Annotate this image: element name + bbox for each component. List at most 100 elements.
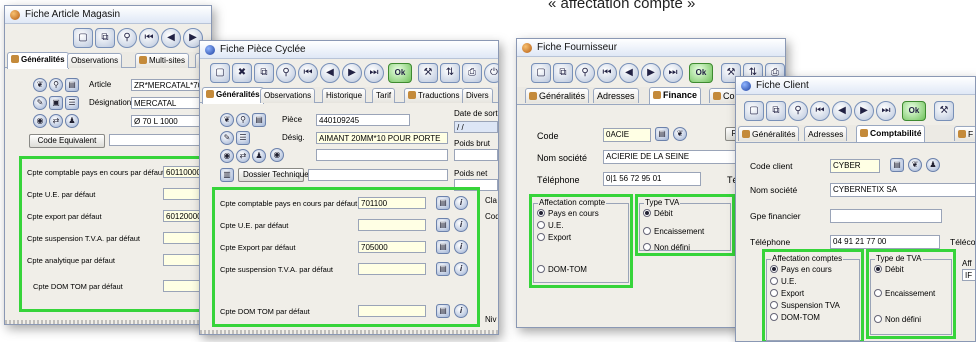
aff-field[interactable]: IF bbox=[962, 269, 975, 281]
radio-ue[interactable]: U.E. bbox=[770, 277, 797, 286]
info-icon[interactable]: 𝒊 bbox=[454, 218, 468, 232]
radio-ue[interactable]: U.E. bbox=[537, 221, 564, 230]
delete-icon[interactable]: ✖ bbox=[232, 63, 252, 83]
box-icon[interactable]: ◉ bbox=[270, 148, 284, 162]
telephone-field[interactable]: 04 91 21 77 00 bbox=[830, 235, 940, 249]
date-sortie-field[interactable]: / / bbox=[454, 121, 498, 133]
lookup-icon[interactable]: ▤ bbox=[436, 262, 450, 276]
last-record-icon[interactable]: ⏭ bbox=[876, 101, 896, 121]
radio-export[interactable]: Export bbox=[537, 233, 571, 242]
search-icon[interactable]: ⚲ bbox=[117, 28, 137, 48]
tools-icon[interactable]: ⚒ bbox=[934, 101, 954, 121]
radio-non-defini[interactable]: Non défini bbox=[643, 243, 690, 252]
machine-icon[interactable]: ▣ bbox=[49, 96, 63, 110]
card-icon[interactable]: ▤ bbox=[252, 113, 266, 127]
exit-icon[interactable]: ⏻ bbox=[484, 63, 498, 83]
tab-comptabilite[interactable]: Comptabilité bbox=[856, 125, 926, 142]
previous-record-icon[interactable]: ◀ bbox=[832, 101, 852, 121]
info-icon[interactable]: 𝒊 bbox=[454, 304, 468, 318]
account-field[interactable]: 701100 bbox=[358, 197, 426, 209]
transfer-icon[interactable]: ⇅ bbox=[440, 63, 460, 83]
copy-icon[interactable]: ⧉ bbox=[254, 63, 274, 83]
next-record-icon[interactable]: ▶ bbox=[342, 63, 362, 83]
radio-debit[interactable]: Débit bbox=[643, 209, 673, 218]
nom-societe-field[interactable]: CYBERNETIX SA bbox=[830, 183, 975, 197]
family-icon[interactable]: ❦ bbox=[33, 78, 47, 92]
info-icon[interactable]: 𝒊 bbox=[454, 240, 468, 254]
tab-generalites[interactable]: Généralités bbox=[738, 126, 800, 141]
account-field[interactable] bbox=[358, 305, 426, 317]
first-record-icon[interactable]: ⏮ bbox=[597, 63, 617, 83]
tab-adresses[interactable]: Adresses bbox=[804, 126, 848, 141]
move-icon[interactable]: ⇄ bbox=[236, 149, 250, 163]
previous-record-icon[interactable]: ◀ bbox=[619, 63, 639, 83]
new-icon[interactable]: ▢ bbox=[73, 28, 93, 48]
radio-suspension-tva[interactable]: Suspension TVA bbox=[770, 301, 840, 310]
lookup-icon[interactable]: ▤ bbox=[436, 196, 450, 210]
user-icon[interactable]: ♟ bbox=[65, 114, 79, 128]
tab-adresses[interactable]: Adresses bbox=[593, 88, 639, 103]
tab-historique[interactable]: Historique bbox=[322, 88, 367, 103]
info-icon[interactable]: 𝒊 bbox=[454, 196, 468, 210]
radio-dom-tom[interactable]: DOM-TOM bbox=[770, 313, 820, 322]
tool-icon[interactable]: ✎ bbox=[33, 96, 47, 110]
search-icon[interactable]: ⚲ bbox=[236, 113, 250, 127]
next-record-icon[interactable]: ▶ bbox=[641, 63, 661, 83]
copy-icon[interactable]: ⧉ bbox=[766, 101, 786, 121]
tools-icon[interactable]: ⚒ bbox=[418, 63, 438, 83]
family-icon[interactable]: ❦ bbox=[673, 127, 687, 141]
print-icon[interactable]: ⎙ bbox=[462, 63, 482, 83]
telephone-field[interactable]: 0|1 56 72 95 01 bbox=[603, 172, 701, 186]
list-icon[interactable]: ☰ bbox=[236, 131, 250, 145]
first-record-icon[interactable]: ⏮ bbox=[139, 28, 159, 48]
move-icon[interactable]: ⇄ bbox=[49, 114, 63, 128]
box-icon[interactable]: ◉ bbox=[33, 114, 47, 128]
tab-generalites[interactable]: Généralités bbox=[7, 52, 69, 69]
search-icon[interactable]: ⚲ bbox=[49, 78, 63, 92]
lookup-icon[interactable]: ▤ bbox=[436, 304, 450, 318]
family-icon[interactable]: ❦ bbox=[908, 158, 922, 172]
new-icon[interactable]: ▢ bbox=[531, 63, 551, 83]
radio-debit[interactable]: Débit bbox=[874, 265, 904, 274]
copy-icon[interactable]: ⧉ bbox=[95, 28, 115, 48]
last-record-icon[interactable]: ⏭ bbox=[364, 63, 384, 83]
code-equivalent-field[interactable] bbox=[109, 134, 211, 146]
first-record-icon[interactable]: ⏮ bbox=[810, 101, 830, 121]
card-icon[interactable]: ▤ bbox=[655, 127, 669, 141]
tab-generalites[interactable]: Généralités bbox=[525, 88, 590, 103]
piece-field[interactable]: 440109245 bbox=[316, 114, 410, 126]
search-icon[interactable]: ⚲ bbox=[575, 63, 595, 83]
dossier-technique-button[interactable]: Dossier Technique bbox=[238, 168, 309, 182]
poids-brut-field[interactable] bbox=[454, 149, 498, 161]
tab-observations[interactable]: Observations bbox=[260, 88, 316, 103]
code-field[interactable]: 0ACIE bbox=[603, 128, 651, 142]
account-field[interactable]: 705000 bbox=[358, 241, 426, 253]
account-field[interactable] bbox=[358, 263, 426, 275]
dossier-icon[interactable]: ▥ bbox=[220, 168, 234, 182]
lookup-icon[interactable]: ▤ bbox=[436, 240, 450, 254]
next-record-icon[interactable]: ▶ bbox=[854, 101, 874, 121]
ok-icon[interactable]: Ok bbox=[388, 63, 412, 83]
package-icon[interactable]: ◉ bbox=[220, 149, 234, 163]
dossier-field[interactable] bbox=[308, 169, 448, 181]
radio-export[interactable]: Export bbox=[770, 289, 804, 298]
new-icon[interactable]: ▢ bbox=[744, 101, 764, 121]
radio-pays-en-cours[interactable]: Pays en cours bbox=[537, 209, 599, 218]
list-icon[interactable]: ☰ bbox=[65, 96, 79, 110]
last-record-icon[interactable]: ⏭ bbox=[663, 63, 683, 83]
tab-traductions[interactable]: Traductions bbox=[404, 88, 464, 103]
radio-encaissement[interactable]: Encaissement bbox=[874, 289, 935, 298]
tool-icon[interactable]: ✎ bbox=[220, 131, 234, 145]
previous-record-icon[interactable]: ◀ bbox=[161, 28, 181, 48]
tab-multi-sites[interactable]: Multi-sites bbox=[135, 53, 190, 68]
account-field[interactable] bbox=[358, 219, 426, 231]
user-icon[interactable]: ♟ bbox=[252, 149, 266, 163]
gpe-financier-field[interactable] bbox=[830, 209, 942, 223]
tab-f[interactable]: F bbox=[954, 126, 975, 141]
code-equivalent-button[interactable]: Code Equivalent bbox=[29, 134, 105, 148]
piece-extra-field[interactable] bbox=[316, 149, 448, 161]
user-icon[interactable]: ♟ bbox=[926, 158, 940, 172]
tab-divers[interactable]: Divers bbox=[462, 88, 493, 103]
ok-icon[interactable]: Ok bbox=[689, 63, 713, 83]
ok-icon[interactable]: Ok bbox=[902, 101, 926, 121]
